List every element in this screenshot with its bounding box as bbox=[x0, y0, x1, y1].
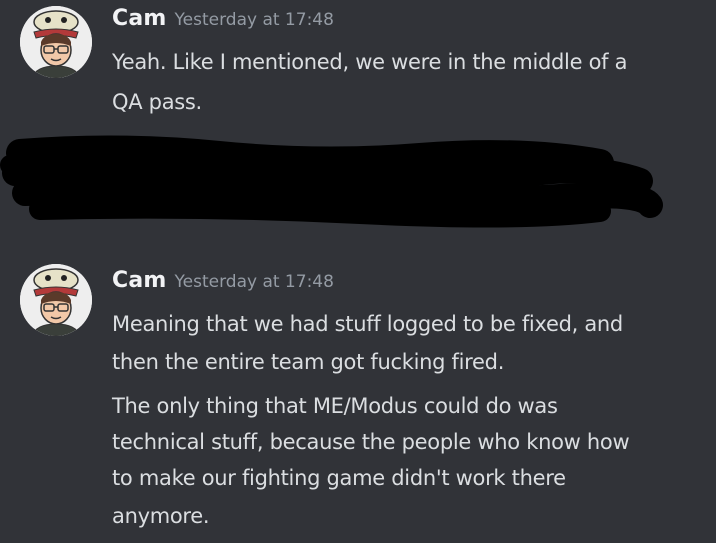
message-text-line: The only thing that ME/Modus could do wa… bbox=[112, 394, 558, 418]
timestamp[interactable]: Yesterday at 17:48 bbox=[175, 272, 334, 292]
cartoon-character-avatar-icon bbox=[20, 6, 92, 78]
message-header: Cam Yesterday at 17:48 bbox=[112, 6, 334, 31]
message-text-line: QA pass. bbox=[112, 90, 202, 114]
message-text-line: Yeah. Like I mentioned, we were in the m… bbox=[112, 50, 628, 74]
redaction-scribble bbox=[0, 135, 663, 228]
message-text-line: technical stuff, because the people who … bbox=[112, 430, 630, 454]
message-text-line: anymore. bbox=[112, 504, 210, 528]
username[interactable]: Cam bbox=[112, 268, 167, 293]
user-avatar[interactable] bbox=[20, 264, 92, 336]
message-header: Cam Yesterday at 17:48 bbox=[112, 268, 334, 293]
message-text-line: to make our fighting game didn't work th… bbox=[112, 466, 566, 490]
message-text-line: then the entire team got fucking fired. bbox=[112, 350, 505, 374]
cartoon-character-avatar-icon bbox=[20, 264, 92, 336]
username[interactable]: Cam bbox=[112, 6, 167, 31]
timestamp[interactable]: Yesterday at 17:48 bbox=[175, 10, 334, 30]
user-avatar[interactable] bbox=[20, 6, 92, 78]
message-text-line: Meaning that we had stuff logged to be f… bbox=[112, 312, 623, 336]
